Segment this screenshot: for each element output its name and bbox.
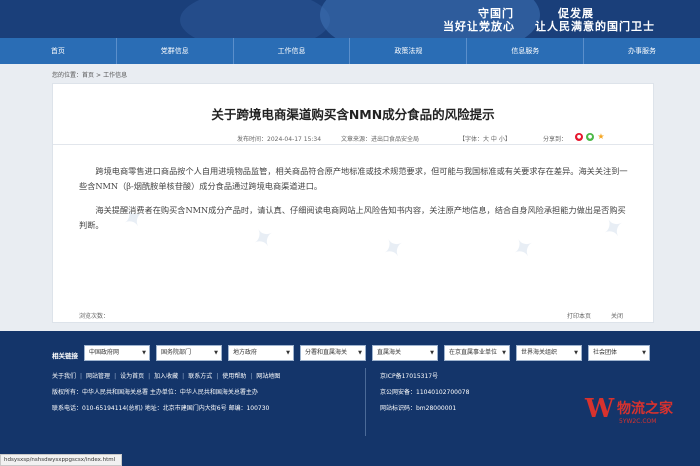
- wechat-icon[interactable]: ●: [586, 133, 594, 141]
- copyright-text: 版权所有：中华人民共和国海关总署 主办单位：中华人民共和国海关总署主办: [52, 389, 258, 396]
- chevron-down-icon: ▼: [286, 350, 290, 356]
- link-select[interactable]: 在京直属事业单位 ▼: [444, 345, 510, 361]
- main-nav: 首页 党群信息 工作信息 政策法规 信息服务 办事服务: [0, 38, 700, 64]
- article-source: 文章来源：进出口食品安全局: [341, 136, 420, 143]
- breadcrumb: 您的位置：首页 > 工作信息: [52, 70, 127, 79]
- link-select[interactable]: 世界海关组织 ▼: [516, 345, 582, 361]
- footer-link[interactable]: 网站地图: [256, 373, 280, 380]
- link-select[interactable]: 地方政府 ▼: [228, 345, 294, 361]
- breadcrumb-current[interactable]: 工作信息: [103, 72, 127, 79]
- article-paragraph: 海关提醒消费者在购买含NMN成分产品时，请认真、仔细阅读电商网站上风险告知书内容…: [79, 205, 626, 230]
- select-value: 社会团体: [593, 349, 618, 356]
- select-value: 世界海关组织: [521, 349, 558, 356]
- site-logo: W 物流之家 5YW2C.COM: [583, 394, 695, 434]
- chevron-down-icon: ▼: [142, 350, 146, 356]
- chevron-down-icon: ▼: [502, 350, 506, 356]
- slogan: 当好让党放心: [443, 20, 515, 33]
- footer-link[interactable]: 关于我们: [52, 373, 76, 380]
- close-button[interactable]: 关闭: [611, 311, 623, 320]
- weibo-icon[interactable]: ●: [575, 133, 583, 141]
- footer-link[interactable]: 联系方式: [188, 373, 212, 380]
- site-code: 网站标识码：bm28000001: [380, 405, 457, 412]
- nav-work-info[interactable]: 工作信息: [234, 38, 351, 64]
- breadcrumb-separator: >: [96, 72, 102, 79]
- related-links-label: 相关链接: [52, 352, 78, 360]
- breadcrumb-home[interactable]: 首页: [82, 72, 94, 79]
- logo-subtext: 5YW2C.COM: [619, 418, 657, 425]
- chevron-down-icon: ▼: [642, 350, 646, 356]
- select-value: 国务院部门: [161, 349, 192, 356]
- logo-letter: W: [585, 394, 615, 424]
- view-count: 浏览次数：: [79, 313, 110, 320]
- icp-number[interactable]: 京ICP备17015317号: [380, 371, 438, 380]
- nav-party-info[interactable]: 党群信息: [117, 38, 234, 64]
- star-icon[interactable]: ★: [597, 133, 605, 141]
- link-select[interactable]: 国务院部门 ▼: [156, 345, 222, 361]
- chevron-down-icon: ▼: [358, 350, 362, 356]
- footer-link[interactable]: 设为首页: [120, 373, 144, 380]
- select-value: 地方政府: [233, 349, 258, 356]
- watermark-emblem: ✦: [376, 230, 411, 268]
- select-value: 分署和直属海关: [305, 349, 348, 356]
- footer-link[interactable]: 使用帮助: [222, 373, 246, 380]
- share-label: 分享到：: [543, 136, 568, 143]
- select-value: 在京直属事业单位: [449, 349, 498, 356]
- article-panel: ✦ ✦ ✦ ✦ ✦ 关于跨境电商渠道购买含NMN成分食品的风险提示 发布时间：2…: [52, 83, 654, 323]
- watermark-emblem: ✦: [506, 230, 541, 268]
- slogan: 让人民满意的国门卫士: [535, 20, 655, 33]
- logo-text: 物流之家: [617, 401, 673, 417]
- related-links: 相关链接 中国政府网 ▼ 国务院部门 ▼ 地方政府 ▼ 分署和直属海关 ▼ 直属海关 ▼ …: [0, 345, 700, 365]
- nav-home[interactable]: 首页: [0, 38, 117, 64]
- share-icons: ● ● ★: [575, 133, 605, 141]
- print-button[interactable]: 打印本页: [567, 311, 591, 320]
- chevron-down-icon: ▼: [430, 350, 434, 356]
- font-size-control[interactable]: 【字体：大 中 小】: [459, 134, 511, 143]
- link-select[interactable]: 社会团体 ▼: [588, 345, 650, 361]
- contact-text: 联系电话：010-65194114(总机) 地址：北京市建国门内大街6号 邮编：…: [52, 405, 270, 412]
- article-meta: 发布时间：2024-04-17 15:34 文章来源：进出口食品安全局 【字体：…: [53, 132, 653, 145]
- nav-info-service[interactable]: 信息服务: [467, 38, 585, 64]
- footer-link[interactable]: 加入收藏: [154, 373, 178, 380]
- footer-links: 关于我们 | 网站管理 | 设为首页 | 加入收藏 | 联系方式 | 使用帮助 | 网站地图: [52, 373, 281, 380]
- nav-policy[interactable]: 政策法规: [350, 38, 468, 64]
- select-value: 直属海关: [377, 349, 402, 356]
- status-bar-url: hdsysxsp/nshsdwysxppgscsx/index.html: [0, 454, 122, 466]
- publish-date: 发布时间：2024-04-17 15:34: [237, 136, 322, 143]
- nav-affairs-service[interactable]: 办事服务: [584, 38, 700, 64]
- footer-divider: [365, 368, 366, 436]
- chevron-down-icon: ▼: [574, 350, 578, 356]
- header-banner: 守国门 促发展 当好让党放心 让人民满意的国门卫士: [0, 0, 700, 38]
- article-title: 关于跨境电商渠道购买含NMN成分食品的风险提示: [211, 107, 495, 122]
- police-record[interactable]: 京公网安备：11040102700078: [380, 387, 469, 396]
- chevron-down-icon: ▼: [214, 350, 218, 356]
- link-select[interactable]: 直属海关 ▼: [372, 345, 438, 361]
- article-paragraph: 跨境电商零售进口商品按个人自用进境物品监管，相关商品符合原产地标准或技术规范要求…: [79, 166, 628, 191]
- link-select[interactable]: 中国政府网 ▼: [84, 345, 150, 361]
- breadcrumb-prefix: 您的位置：: [52, 72, 83, 79]
- banner-glow: [180, 0, 330, 38]
- link-select[interactable]: 分署和直属海关 ▼: [300, 345, 366, 361]
- select-value: 中国政府网: [89, 349, 120, 356]
- footer-link[interactable]: 网站管理: [86, 373, 110, 380]
